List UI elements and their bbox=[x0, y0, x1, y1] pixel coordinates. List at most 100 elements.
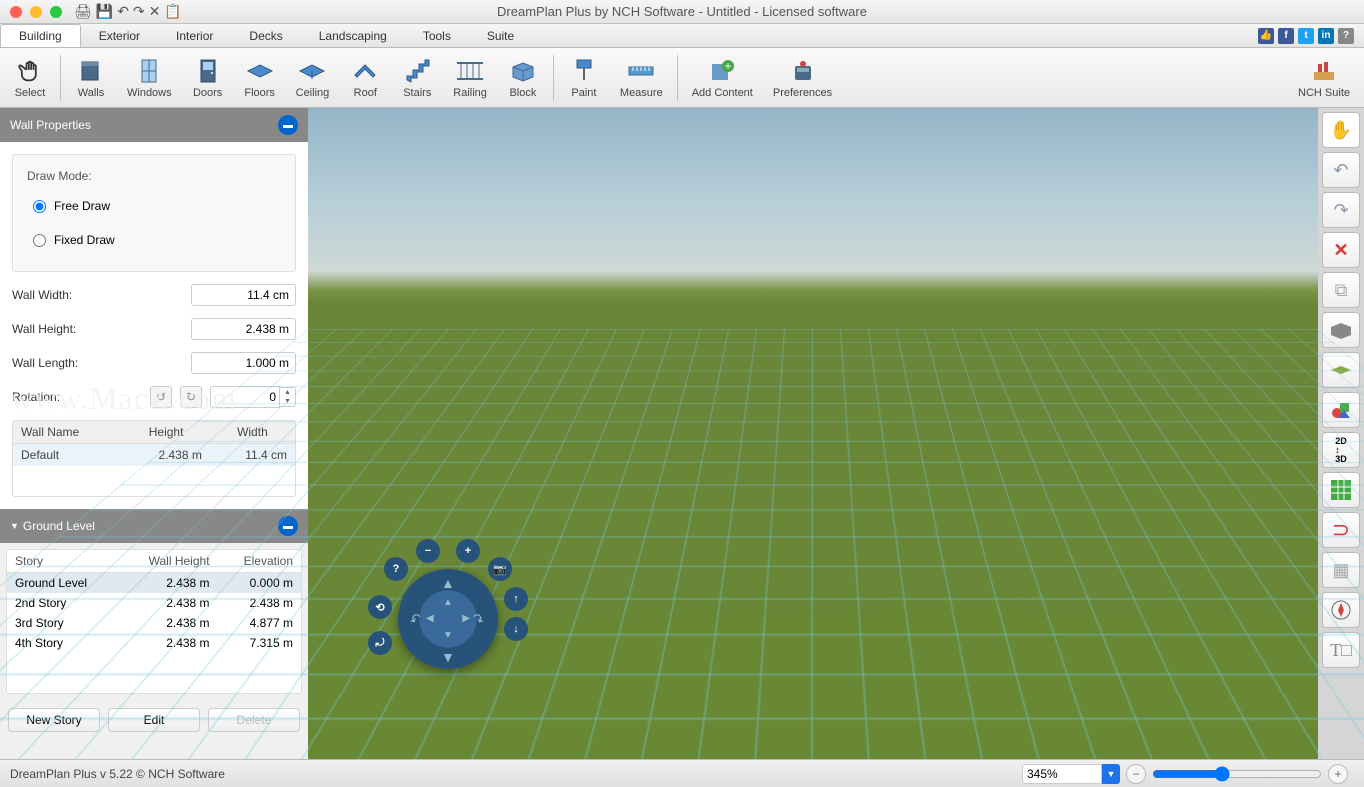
navigation-widget: ▲ ▼ ↶ ↷ ▲ ▼ ◀ ▶ − + ? 📷 ⟲ ↑ ↓ ⤾ bbox=[368, 539, 528, 699]
reset-view-icon[interactable]: ⤾ bbox=[368, 631, 392, 655]
tab-interior[interactable]: Interior bbox=[158, 24, 231, 47]
paint-tool[interactable]: Paint bbox=[558, 48, 610, 107]
delete-button[interactable]: ✕ bbox=[1322, 232, 1360, 268]
select-tool[interactable]: Select bbox=[4, 48, 56, 107]
nch-suite-button[interactable]: NCH Suite bbox=[1288, 48, 1360, 107]
status-bar: DreamPlan Plus v 5.22 © NCH Software ▼ −… bbox=[0, 759, 1364, 787]
wall-width-input[interactable] bbox=[191, 284, 296, 306]
nav-down-icon[interactable]: ▼ bbox=[441, 649, 455, 665]
zoom-input[interactable] bbox=[1022, 764, 1102, 784]
redo-button[interactable]: ↷ bbox=[1322, 192, 1360, 228]
wall-width-label: Wall Width: bbox=[12, 288, 72, 302]
windows-tool[interactable]: Windows bbox=[117, 48, 182, 107]
measure-icon bbox=[625, 57, 657, 85]
tab-tools[interactable]: Tools bbox=[405, 24, 469, 47]
delete-icon[interactable]: ✕ bbox=[149, 3, 161, 20]
railing-icon bbox=[454, 57, 486, 85]
rotate-ccw-button[interactable]: ↺ bbox=[150, 386, 172, 408]
redo-icon[interactable]: ↷ bbox=[133, 3, 145, 20]
window-controls bbox=[0, 6, 62, 18]
doors-tool[interactable]: Doors bbox=[182, 48, 234, 107]
linkedin-icon[interactable]: in bbox=[1318, 28, 1334, 44]
facebook-icon[interactable]: f bbox=[1278, 28, 1294, 44]
window-icon bbox=[133, 57, 165, 85]
stairs-icon bbox=[401, 57, 433, 85]
tab-landscaping[interactable]: Landscaping bbox=[301, 24, 405, 47]
wall-length-label: Wall Length: bbox=[12, 356, 78, 370]
collapse-icon[interactable]: ▬ bbox=[278, 115, 298, 135]
col-wall-name[interactable]: Wall Name bbox=[13, 421, 122, 444]
wall-height-label: Wall Height: bbox=[12, 322, 76, 336]
stairs-tool[interactable]: Stairs bbox=[391, 48, 443, 107]
add-content-icon: + bbox=[706, 57, 738, 85]
3d-viewport[interactable]: ▲ ▼ ↶ ↷ ▲ ▼ ◀ ▶ − + ? 📷 ⟲ ↑ ↓ ⤾ bbox=[308, 108, 1318, 759]
copy-button[interactable]: ⧉ bbox=[1322, 272, 1360, 308]
minimize-window-button[interactable] bbox=[30, 6, 42, 18]
floor-icon bbox=[244, 57, 276, 85]
rotation-label: Rotation: bbox=[12, 390, 60, 404]
fixed-draw-radio[interactable] bbox=[33, 234, 46, 247]
zoom-dropdown-icon[interactable]: ▼ bbox=[1102, 764, 1120, 784]
nav-pan-center[interactable]: ▲ ▼ ◀ ▶ bbox=[423, 594, 473, 644]
tab-suite[interactable]: Suite bbox=[469, 24, 532, 47]
zoom-out-button[interactable]: − bbox=[1126, 764, 1146, 784]
undo-button[interactable]: ↶ bbox=[1322, 152, 1360, 188]
main-area: Wall Properties ▬ Draw Mode: Free Draw F… bbox=[0, 108, 1364, 759]
block-tool[interactable]: Block bbox=[497, 48, 549, 107]
print-icon[interactable]: 🖨 bbox=[74, 3, 92, 20]
window-title: DreamPlan Plus by NCH Software - Untitle… bbox=[497, 4, 867, 19]
camera-icon[interactable]: 📷 bbox=[488, 557, 512, 581]
measure-tool[interactable]: Measure bbox=[610, 48, 673, 107]
fixed-draw-option[interactable]: Fixed Draw bbox=[27, 223, 281, 257]
floors-tool[interactable]: Floors bbox=[234, 48, 286, 107]
like-icon[interactable]: 👍 bbox=[1258, 28, 1274, 44]
draw-mode-label: Draw Mode: bbox=[27, 169, 281, 183]
tab-exterior[interactable]: Exterior bbox=[81, 24, 158, 47]
walls-tool[interactable]: Walls bbox=[65, 48, 117, 107]
free-draw-option[interactable]: Free Draw bbox=[27, 189, 281, 223]
save-icon[interactable]: 💾 bbox=[96, 3, 113, 20]
ribbon: Select Walls Windows Doors Floors Ceilin… bbox=[0, 48, 1364, 108]
wall-properties-title: Wall Properties bbox=[10, 118, 91, 132]
svg-text:+: + bbox=[725, 59, 732, 73]
undo-icon[interactable]: ↶ bbox=[117, 3, 129, 20]
zoom-in-icon[interactable]: + bbox=[456, 539, 480, 563]
version-label: DreamPlan Plus v 5.22 © NCH Software bbox=[10, 767, 225, 781]
zoom-select[interactable]: ▼ bbox=[1022, 764, 1120, 784]
hand-icon bbox=[14, 57, 46, 85]
roof-tool[interactable]: Roof bbox=[339, 48, 391, 107]
ceiling-icon bbox=[296, 57, 328, 85]
free-draw-radio[interactable] bbox=[33, 200, 46, 213]
block-icon bbox=[507, 57, 539, 85]
elevate-up-icon[interactable]: ↑ bbox=[504, 587, 528, 611]
door-icon bbox=[192, 57, 224, 85]
twitter-icon[interactable]: t bbox=[1298, 28, 1314, 44]
orbit-icon[interactable]: ⟲ bbox=[368, 595, 392, 619]
tab-decks[interactable]: Decks bbox=[231, 24, 300, 47]
quick-toolbar: 🖨 💾 ↶ ↷ ✕ 📋 bbox=[74, 3, 182, 20]
nav-up-icon[interactable]: ▲ bbox=[441, 575, 455, 591]
preferences-button[interactable]: Preferences bbox=[763, 48, 842, 107]
ceiling-tool[interactable]: Ceiling bbox=[286, 48, 340, 107]
help-icon[interactable]: ? bbox=[1338, 28, 1354, 44]
nav-help-icon[interactable]: ? bbox=[384, 557, 408, 581]
elevate-down-icon[interactable]: ↓ bbox=[504, 617, 528, 641]
tab-building[interactable]: Building bbox=[0, 24, 81, 47]
zoom-out-icon[interactable]: − bbox=[416, 539, 440, 563]
titlebar: 🖨 💾 ↶ ↷ ✕ 📋 DreamPlan Plus by NCH Softwa… bbox=[0, 0, 1364, 24]
zoom-slider[interactable] bbox=[1152, 766, 1322, 782]
tab-bar: Building Exterior Interior Decks Landsca… bbox=[0, 24, 1364, 48]
nch-suite-icon bbox=[1308, 57, 1340, 85]
close-window-button[interactable] bbox=[10, 6, 22, 18]
roof-icon bbox=[349, 57, 381, 85]
add-content-button[interactable]: + Add Content bbox=[682, 48, 763, 107]
railing-tool[interactable]: Railing bbox=[443, 48, 497, 107]
wall-properties-header: Wall Properties ▬ bbox=[0, 108, 308, 142]
rotate-cw-button[interactable]: ↻ bbox=[180, 386, 202, 408]
maximize-window-button[interactable] bbox=[50, 6, 62, 18]
pan-tool-button[interactable]: ✋ bbox=[1322, 112, 1360, 148]
copy-icon[interactable]: 📋 bbox=[164, 3, 181, 20]
zoom-in-button[interactable]: + bbox=[1328, 764, 1348, 784]
paint-icon bbox=[568, 57, 600, 85]
wall-height-input[interactable] bbox=[191, 318, 296, 340]
